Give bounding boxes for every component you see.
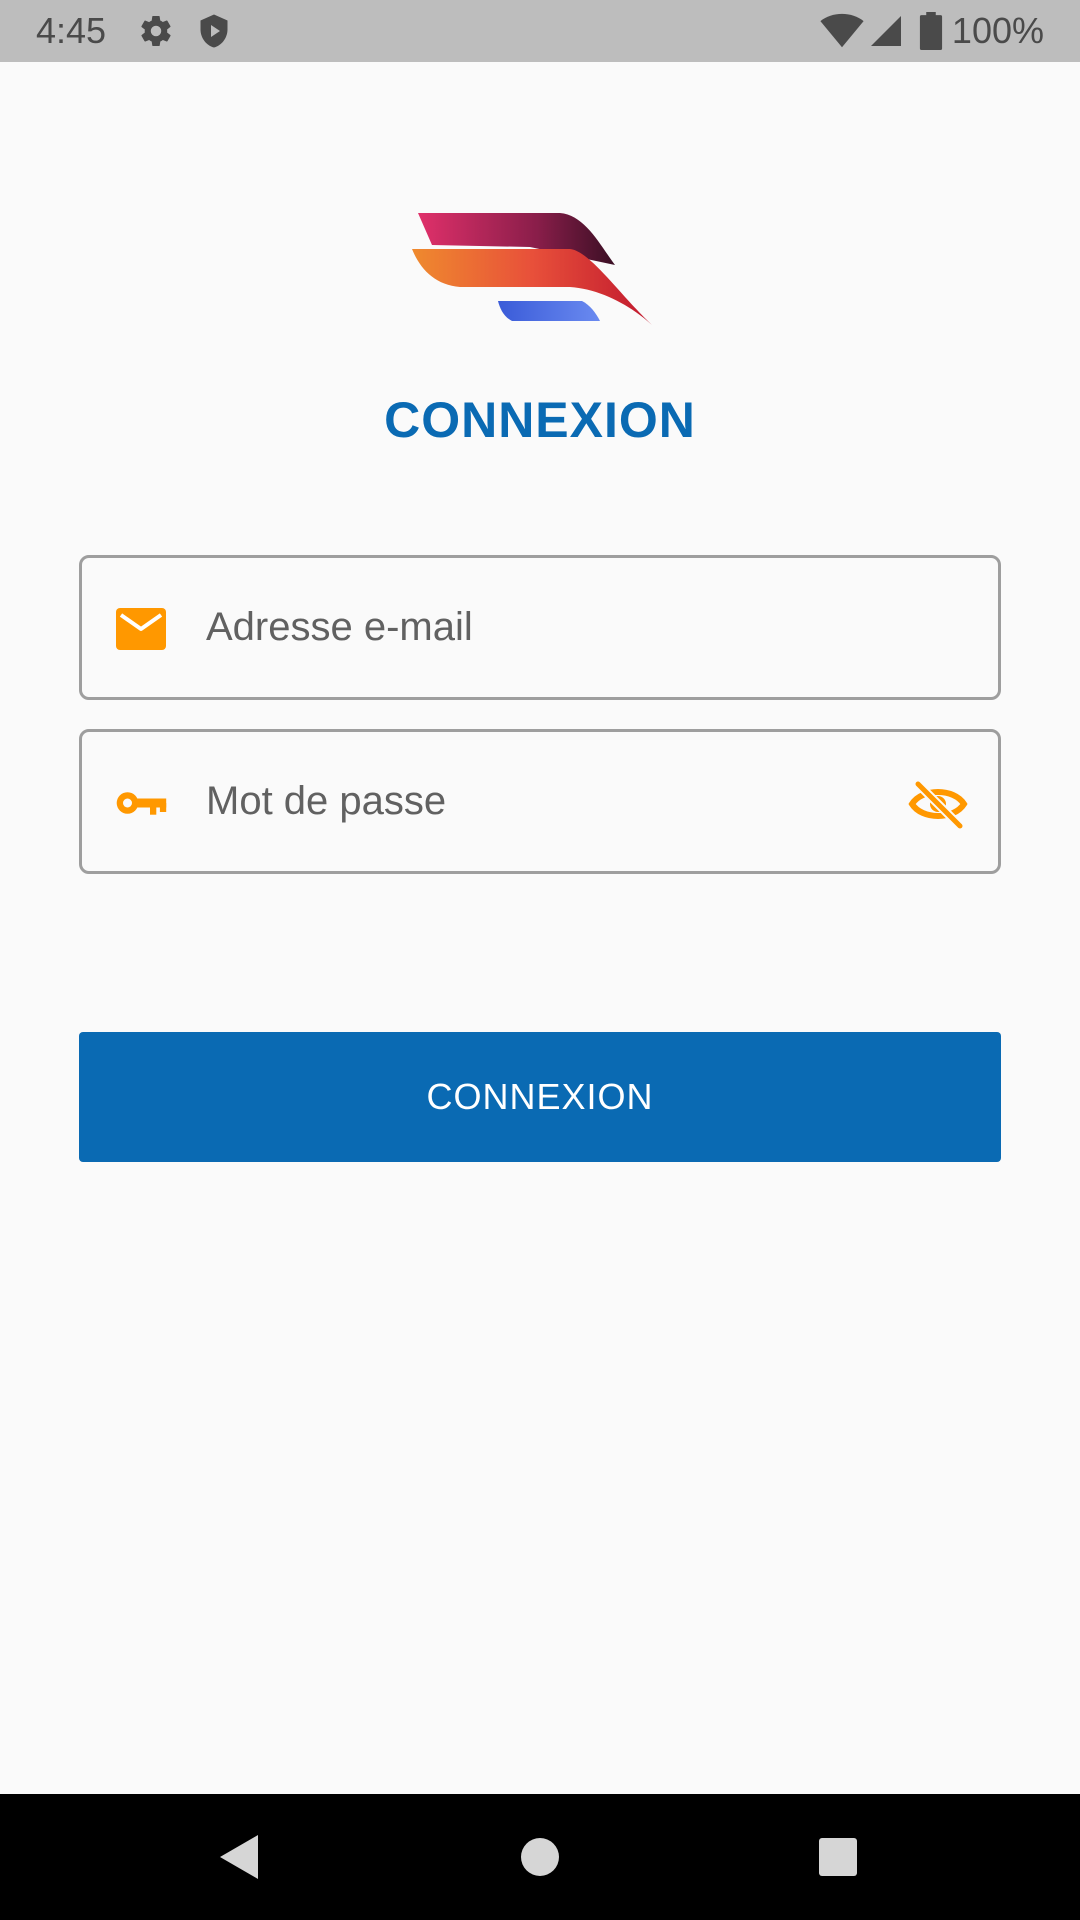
battery-icon bbox=[919, 12, 943, 50]
home-icon[interactable] bbox=[510, 1827, 570, 1887]
status-right: 100% bbox=[820, 10, 1044, 52]
email-field[interactable] bbox=[79, 555, 1001, 700]
status-time: 4:45 bbox=[36, 10, 107, 51]
email-input[interactable] bbox=[206, 558, 846, 697]
key-icon bbox=[116, 792, 167, 815]
recents-icon[interactable] bbox=[808, 1827, 868, 1887]
mail-icon bbox=[116, 608, 166, 650]
battery-percent: 100% bbox=[951, 10, 1044, 51]
wifi-icon bbox=[820, 13, 864, 48]
password-input[interactable] bbox=[206, 732, 846, 871]
gear-icon bbox=[141, 15, 171, 47]
status-bar: 4:45 100% bbox=[0, 0, 1080, 62]
login-button[interactable]: CONNEXION bbox=[79, 1032, 1001, 1162]
password-field[interactable] bbox=[79, 729, 1001, 874]
back-icon[interactable] bbox=[210, 1827, 270, 1887]
shield-icon bbox=[200, 14, 228, 48]
brand-logo bbox=[412, 213, 652, 325]
nav-bar bbox=[0, 1794, 1080, 1920]
page-title: CONNEXION bbox=[384, 392, 696, 448]
signal-icon bbox=[870, 16, 901, 46]
login-screen: 4:45 100% CONNEXION Adresse e-mail CONNE… bbox=[0, 0, 1080, 1920]
eye-off-icon[interactable] bbox=[908, 776, 968, 832]
